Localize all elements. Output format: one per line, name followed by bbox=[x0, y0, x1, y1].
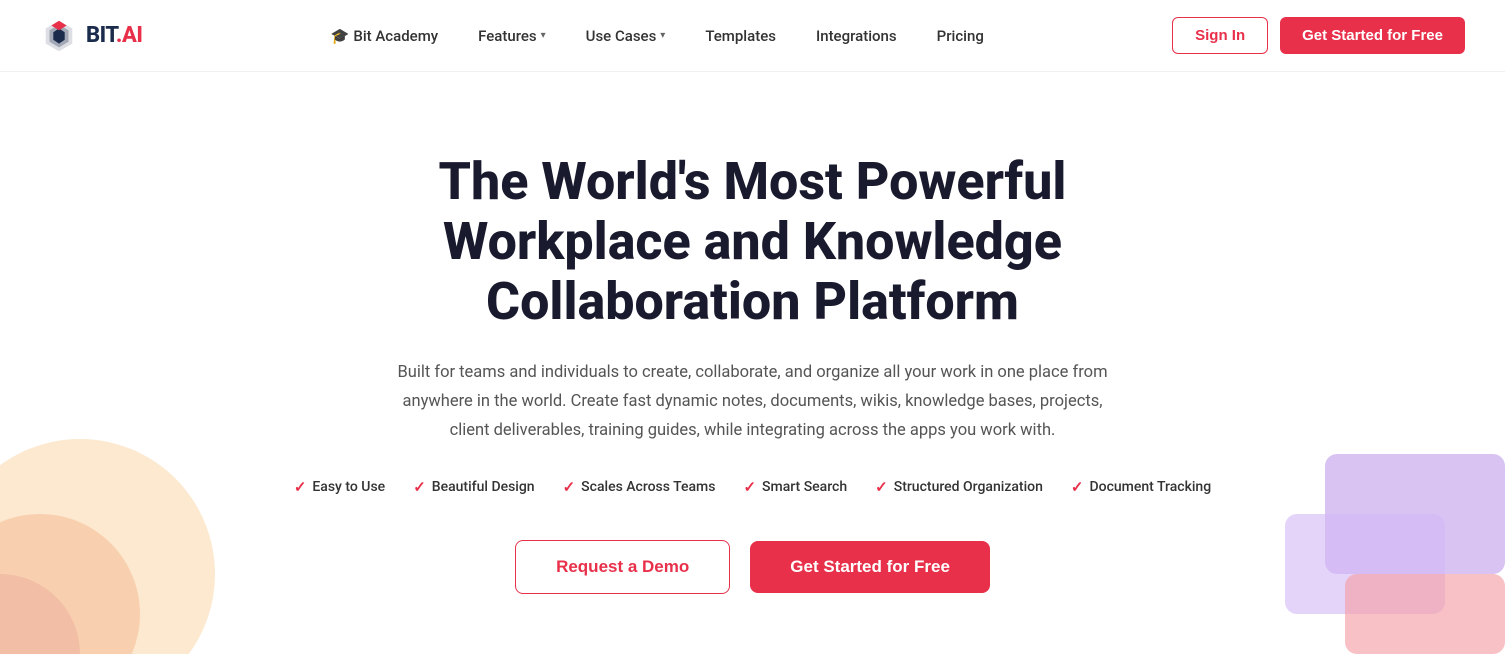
feature-item: ✓Easy to Use bbox=[294, 478, 385, 496]
nav-use-cases[interactable]: Use Cases ▾ bbox=[570, 19, 682, 53]
nav-pricing[interactable]: Pricing bbox=[921, 19, 1000, 53]
hero-subtitle: Built for teams and individuals to creat… bbox=[393, 359, 1113, 446]
checkmark-icon: ✓ bbox=[743, 478, 756, 496]
nav-links: 🎓 Bit Academy Features ▾ Use Cases ▾ Tem… bbox=[315, 19, 1000, 53]
feature-item: ✓Scales Across Teams bbox=[563, 478, 716, 496]
nav-integrations[interactable]: Integrations bbox=[800, 19, 913, 53]
signin-button[interactable]: Sign In bbox=[1172, 17, 1268, 54]
get-started-free-button[interactable]: Get Started for Free bbox=[750, 541, 990, 593]
logo-icon bbox=[40, 17, 78, 55]
checkmark-icon: ✓ bbox=[875, 478, 888, 496]
navbar: BIT.AI 🎓 Bit Academy Features ▾ Use Case… bbox=[0, 0, 1505, 72]
academy-icon: 🎓 bbox=[331, 27, 350, 45]
get-started-nav-button[interactable]: Get Started for Free bbox=[1280, 17, 1465, 54]
checkmark-icon: ✓ bbox=[1071, 478, 1084, 496]
cta-buttons: Request a Demo Get Started for Free bbox=[40, 540, 1465, 594]
logo-text: BIT.AI bbox=[86, 23, 142, 48]
feature-item: ✓Smart Search bbox=[743, 478, 847, 496]
feature-item: ✓Document Tracking bbox=[1071, 478, 1211, 496]
hero-title: The World's Most Powerful Workplace and … bbox=[303, 152, 1203, 331]
use-cases-chevron-icon: ▾ bbox=[660, 30, 665, 41]
feature-item: ✓Structured Organization bbox=[875, 478, 1043, 496]
checkmark-icon: ✓ bbox=[413, 478, 426, 496]
features-list: ✓Easy to Use ✓Beautiful Design ✓Scales Acr… bbox=[40, 478, 1465, 496]
feature-item: ✓Beautiful Design bbox=[413, 478, 534, 496]
features-chevron-icon: ▾ bbox=[541, 30, 546, 41]
nav-actions: Sign In Get Started for Free bbox=[1172, 17, 1465, 54]
nav-academy[interactable]: 🎓 Bit Academy bbox=[315, 19, 454, 53]
checkmark-icon: ✓ bbox=[294, 478, 307, 496]
logo[interactable]: BIT.AI bbox=[40, 17, 142, 55]
request-demo-button[interactable]: Request a Demo bbox=[515, 540, 730, 594]
hero-section: The World's Most Powerful Workplace and … bbox=[0, 72, 1505, 654]
nav-features[interactable]: Features ▾ bbox=[462, 19, 562, 53]
nav-templates[interactable]: Templates bbox=[689, 19, 792, 53]
checkmark-icon: ✓ bbox=[563, 478, 576, 496]
